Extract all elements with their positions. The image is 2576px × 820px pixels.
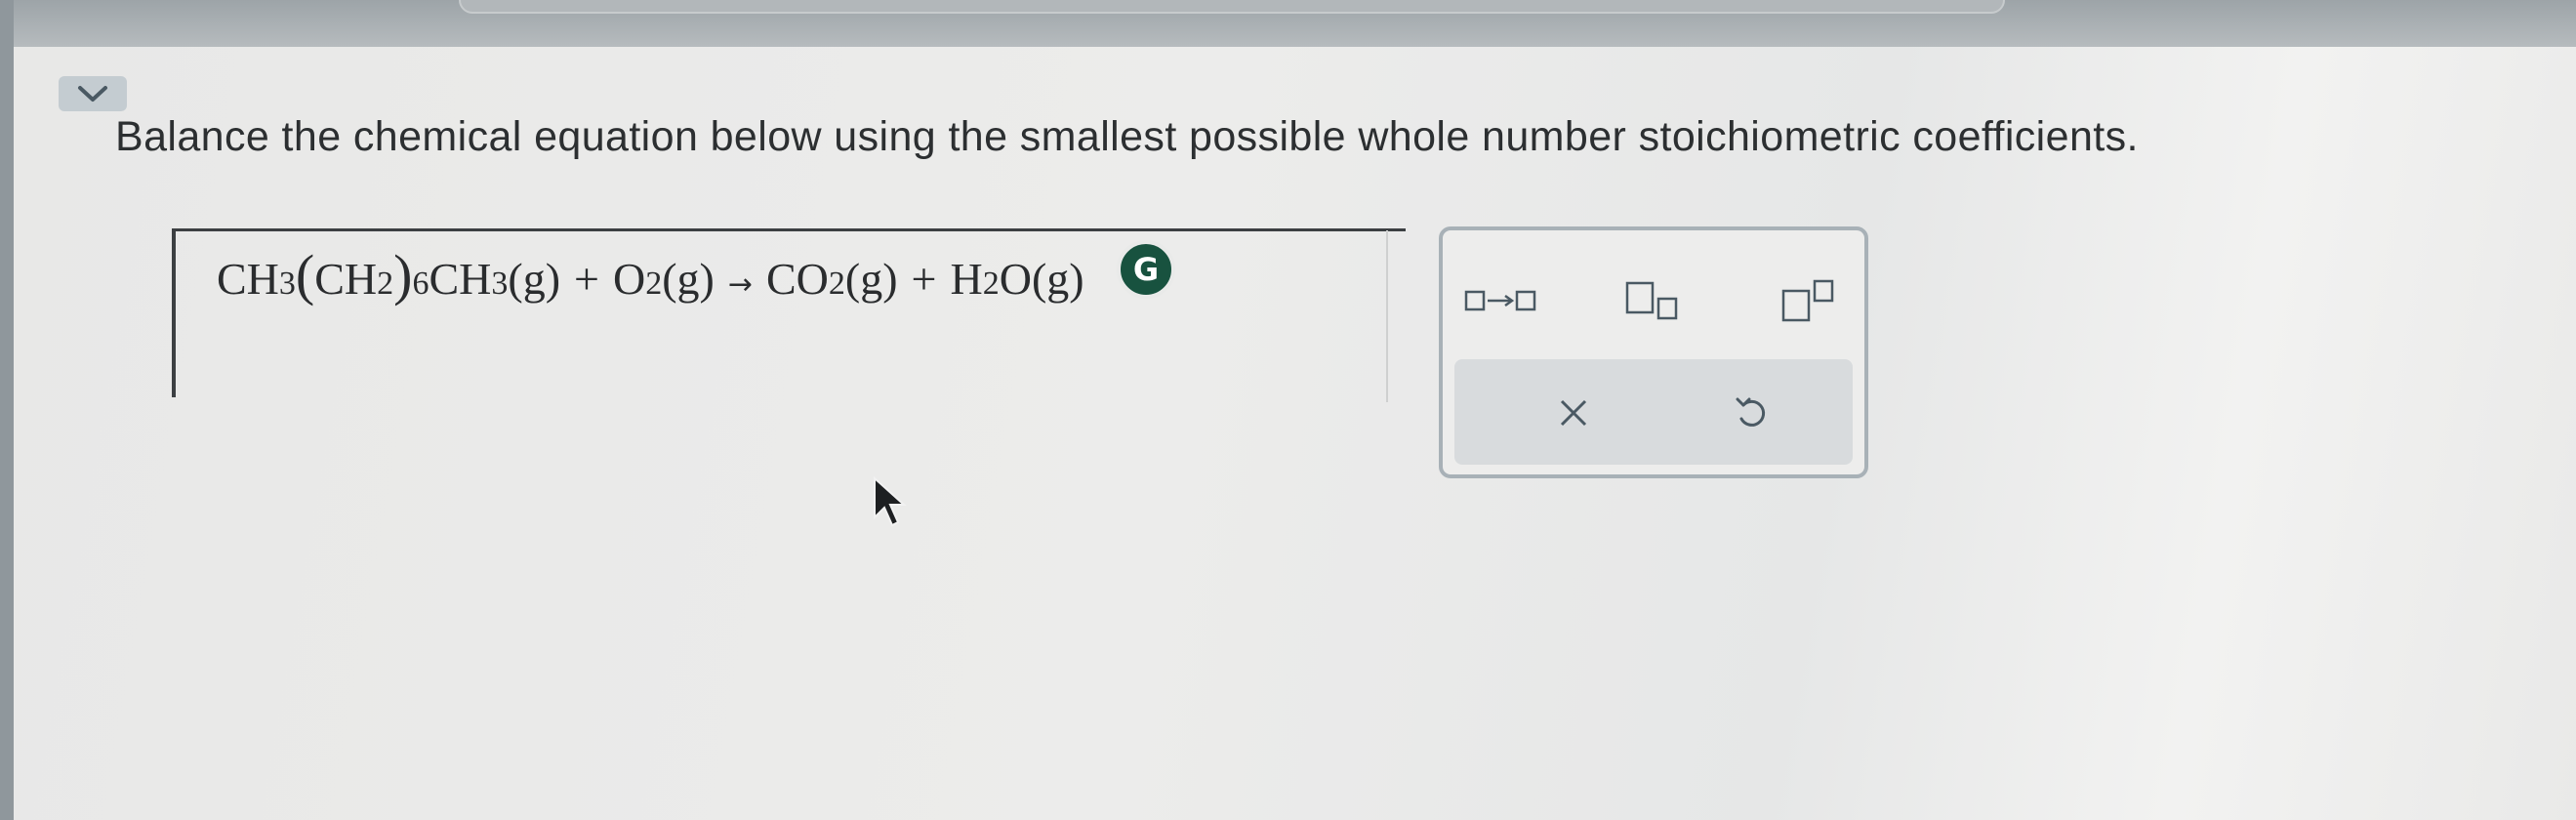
question-prompt: Balance the chemical equation below usin… (115, 113, 2139, 160)
collapse-button[interactable] (59, 76, 127, 111)
equation-answer-box[interactable]: CH 3(CH 2) 6 CH 3 (g) + O 2 (g) → CO 2 (g) + H 2 O (g… (172, 228, 1406, 397)
mouse-pointer-icon (874, 475, 907, 527)
plus-sign: + (911, 254, 937, 304)
chemical-equation: CH 3(CH 2) 6 CH 3 (g) + O 2 (g) → CO 2 (g) + H 2 O (g… (217, 243, 1084, 307)
close-icon (1560, 399, 1587, 427)
left-edge-bar (0, 0, 14, 820)
equation-tool-panel (1439, 226, 1868, 478)
question-page: Balance the chemical equation below usin… (14, 47, 2576, 820)
grammarly-icon[interactable]: G (1117, 240, 1175, 299)
box-arrow-box-icon (1464, 290, 1536, 311)
chevron-down-icon (78, 86, 107, 102)
reaction-arrow-button[interactable] (1462, 273, 1540, 328)
answer-box-edge (1386, 230, 1388, 402)
reactant-oxygen: O 2 (g) (612, 254, 715, 304)
product-carbon-dioxide: CO 2 (g) (765, 254, 898, 304)
undo-icon (1736, 397, 1766, 427)
reactant-octane: CH 3(CH 2) 6 CH 3 (g) (217, 243, 561, 307)
product-water: H 2 O (g) (950, 254, 1084, 304)
superscript-button[interactable] (1771, 273, 1849, 328)
superscript-box-icon (1781, 279, 1834, 322)
reaction-arrow: → (727, 267, 753, 302)
undo-button[interactable] (1712, 379, 1790, 447)
action-row (1454, 359, 1853, 465)
top-frame (459, 0, 2005, 14)
subscript-box-icon (1625, 281, 1678, 320)
clear-button[interactable] (1534, 379, 1613, 447)
tool-row (1443, 250, 1864, 338)
browser-top-strip (0, 0, 2576, 47)
subscript-button[interactable] (1615, 273, 1693, 328)
plus-sign: + (574, 254, 599, 304)
